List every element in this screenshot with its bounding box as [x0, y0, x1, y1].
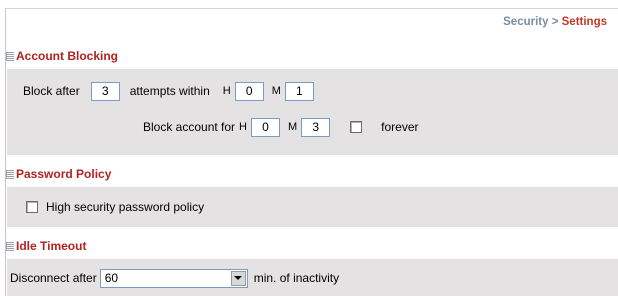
attempts-within-label: attempts within — [129, 84, 210, 98]
block-minutes-input[interactable] — [301, 117, 331, 137]
breadcrumb-parent[interactable]: Security — [503, 16, 548, 28]
attempts-minutes-label: M — [271, 85, 281, 97]
high-security-row: High security password policy — [26, 197, 204, 217]
forever-label: forever — [381, 120, 419, 134]
forever-checkbox[interactable] — [350, 121, 363, 133]
section-icon — [6, 51, 14, 61]
block-account-for-row: Block account for H M forever — [143, 117, 419, 137]
block-after-row: Block after attempts within H M — [23, 81, 314, 101]
idle-timeout-header: Idle Timeout — [5, 237, 618, 255]
account-blocking-header: Account Blocking — [5, 47, 618, 65]
chevron-down-icon — [234, 276, 243, 280]
section-icon — [6, 169, 14, 179]
section-icon — [6, 241, 14, 251]
breadcrumb: Security > Settings — [503, 16, 607, 28]
dropdown-button[interactable] — [230, 270, 246, 286]
high-security-checkbox[interactable] — [26, 201, 38, 213]
block-hours-label: H — [239, 121, 247, 133]
attempts-hours-input[interactable] — [234, 81, 264, 101]
attempts-hours-label: H — [222, 85, 231, 97]
disconnect-row: Disconnect after 60 min. of inactivity — [10, 268, 339, 288]
account-blocking-title: Account Blocking — [16, 49, 119, 63]
attempts-minutes-input[interactable] — [284, 81, 314, 101]
block-hours-input[interactable] — [251, 117, 280, 137]
breadcrumb-separator: > — [548, 16, 562, 28]
timeout-select-value: 60 — [104, 270, 119, 285]
inactivity-label: min. of inactivity — [253, 271, 340, 285]
block-account-for-label: Block account for — [143, 120, 236, 134]
high-security-label: High security password policy — [46, 200, 205, 214]
top-border — [5, 8, 618, 9]
block-after-label: Block after — [23, 84, 80, 98]
breadcrumb-current: Settings — [561, 16, 607, 28]
idle-timeout-title: Idle Timeout — [16, 239, 87, 253]
account-blocking-panel: Block after attempts within H M Block ac… — [7, 69, 618, 155]
timeout-select[interactable]: 60 — [99, 268, 248, 288]
block-after-input[interactable] — [90, 81, 120, 101]
password-policy-title: Password Policy — [16, 167, 112, 181]
idle-timeout-panel: Disconnect after 60 min. of inactivity — [7, 259, 618, 296]
block-minutes-label: M — [288, 121, 298, 133]
disconnect-after-label: Disconnect after — [10, 271, 97, 285]
password-policy-panel: High security password policy — [7, 187, 618, 227]
password-policy-header: Password Policy — [5, 165, 618, 183]
